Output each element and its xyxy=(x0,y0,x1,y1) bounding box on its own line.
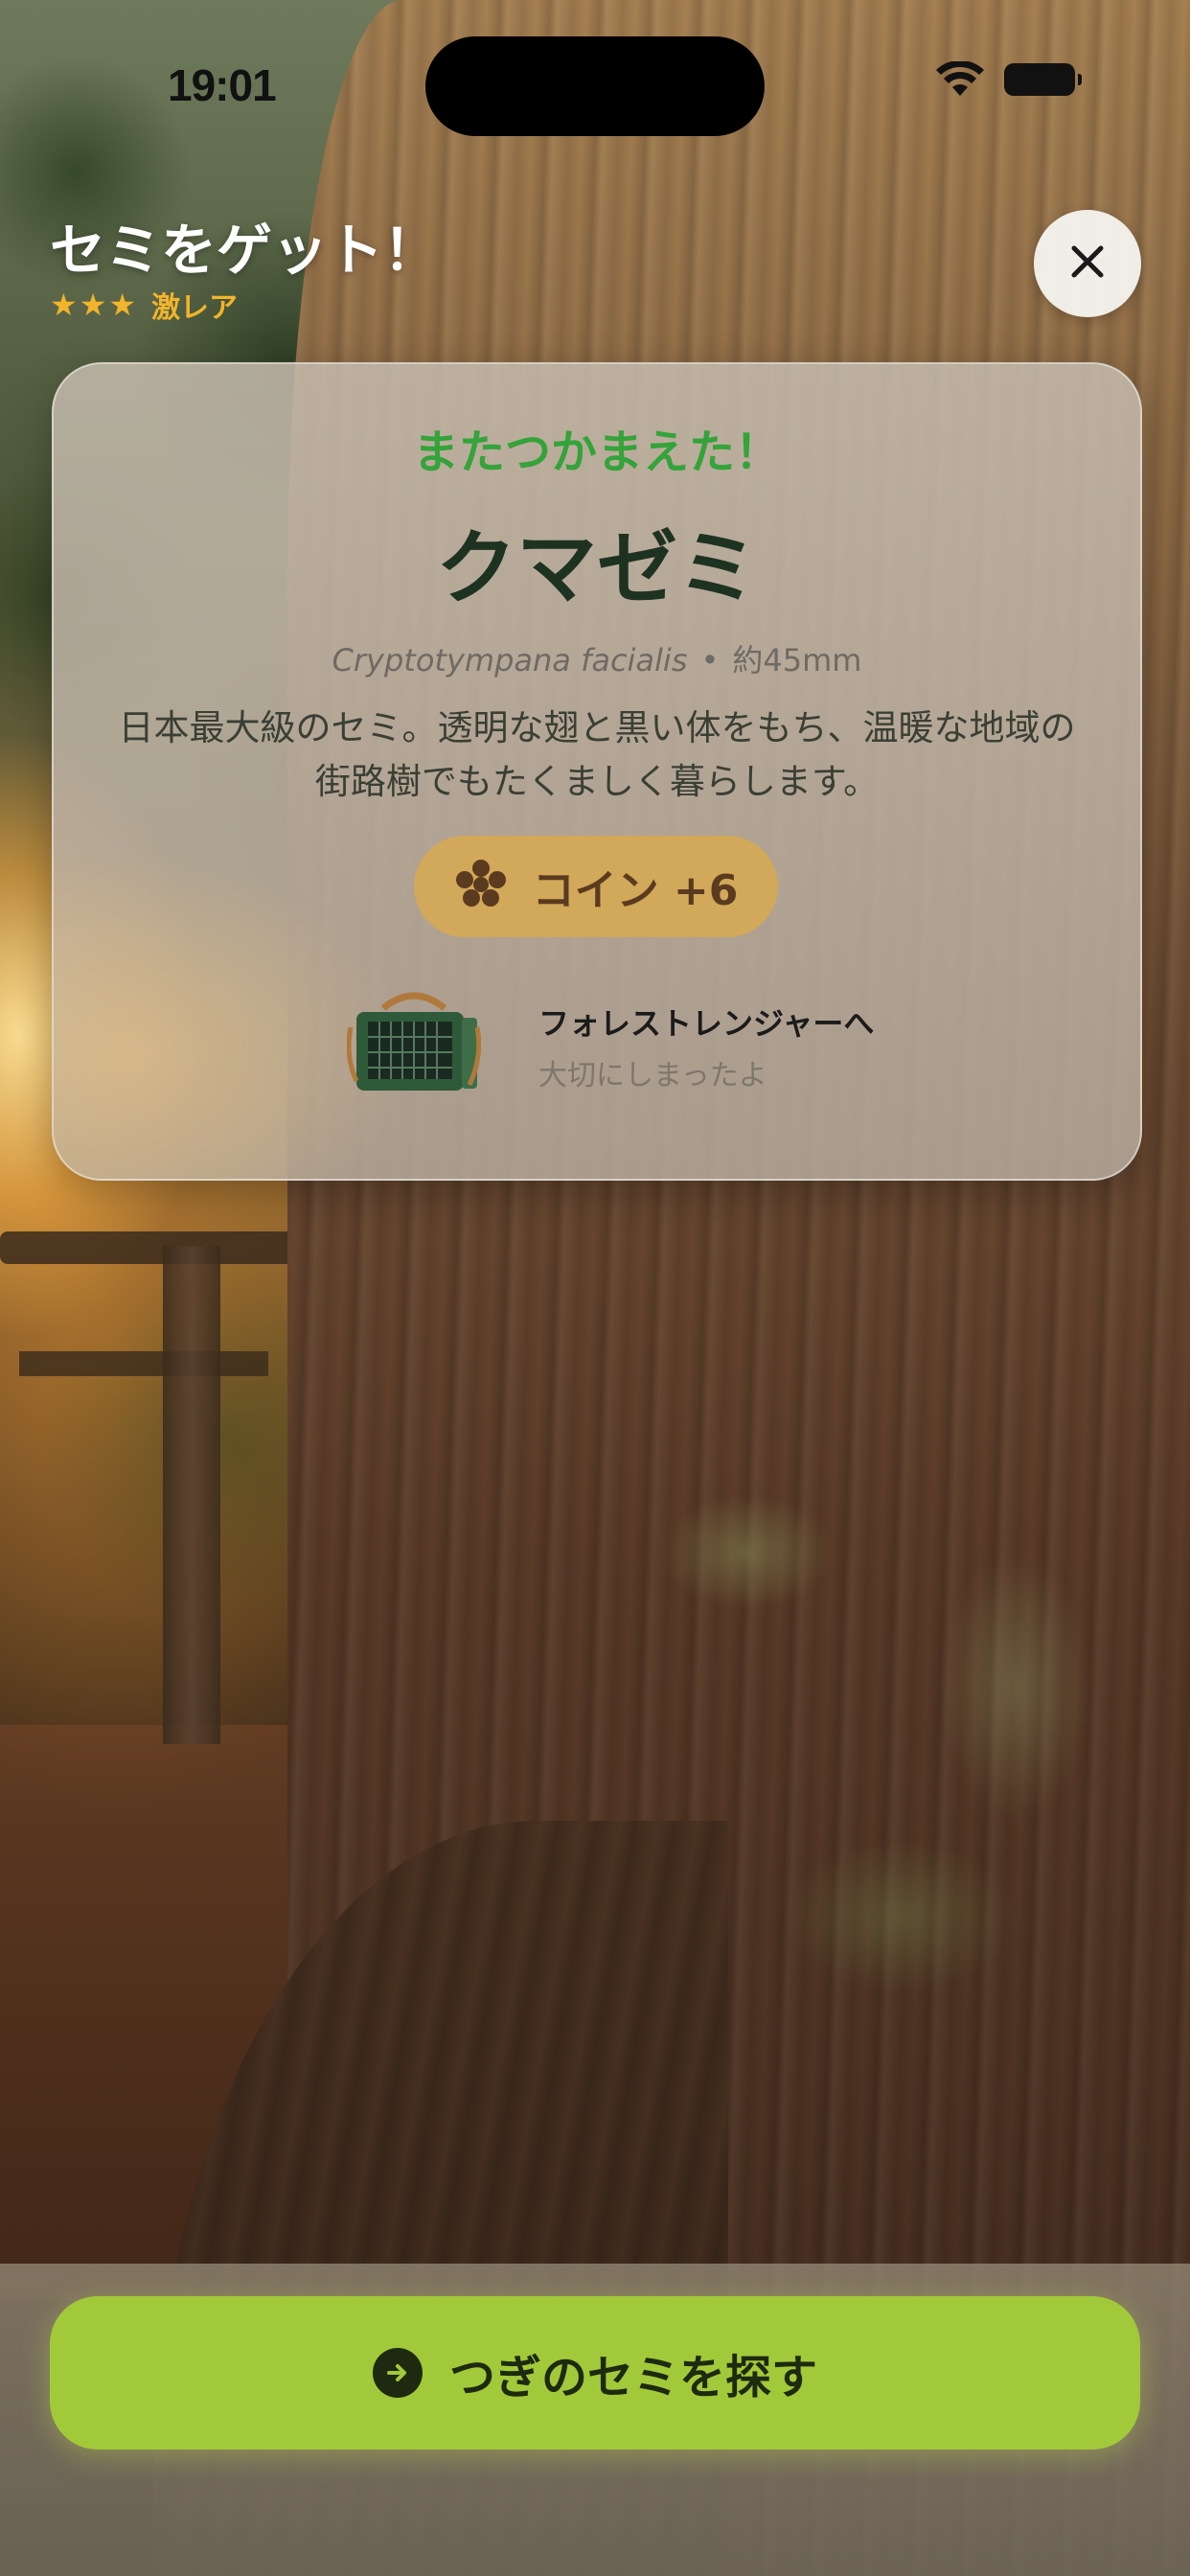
cicada-meta: Cryptotympana facialis • 約45mm xyxy=(54,636,1140,680)
rarity-label: 激レア xyxy=(151,291,239,325)
coin-icon xyxy=(454,858,508,915)
close-button[interactable] xyxy=(1034,210,1141,317)
torii-gate-pillar xyxy=(163,1246,220,1744)
torii-gate-bar xyxy=(19,1351,268,1376)
meta-separator: • xyxy=(700,642,720,678)
close-icon xyxy=(1066,241,1109,287)
cicada-size: 約45mm xyxy=(732,642,862,678)
star-icon: ★ xyxy=(108,287,137,323)
arrow-right-circle-icon xyxy=(372,2348,423,2398)
status-time: 19:01 xyxy=(168,60,277,110)
partner-subtitle: 大切にしまったよ xyxy=(538,1059,767,1092)
battery-icon xyxy=(1004,63,1082,96)
star-icon: ★ xyxy=(50,287,78,323)
tree-moss xyxy=(613,1438,1092,2300)
wifi-icon xyxy=(935,61,985,98)
catch-kicker: またつかまえた！ xyxy=(412,426,781,479)
rarity-row: ★ ★ ★ 激レア xyxy=(50,284,238,326)
star-icon: ★ xyxy=(79,287,107,323)
find-next-cicada-button[interactable]: つぎのセミを探す xyxy=(50,2296,1140,2450)
find-next-cicada-label: つぎのセミを探す xyxy=(448,2351,817,2404)
status-icons xyxy=(935,61,1082,98)
coin-reward-badge: コイン +6 xyxy=(414,836,778,937)
page-title: セミをゲット！ xyxy=(50,218,440,283)
scientific-name: Cryptotympana facialis xyxy=(332,642,688,678)
partner-text: フォレストレンジャーへ 大切にしまったよ xyxy=(538,1000,874,1093)
cicada-name: クマゼミ xyxy=(435,521,758,615)
partner-row: フォレストレンジャーへ 大切にしまったよ xyxy=(347,989,874,1104)
insect-cage-icon xyxy=(347,989,481,1104)
dynamic-island xyxy=(425,36,765,136)
cicada-description: 日本最大級のセミ。透明な翅と黒い体をもち、温暖な地域の街路樹でもたくましく暮らし… xyxy=(118,707,1076,802)
rarity-stars: ★ ★ ★ xyxy=(50,289,136,320)
partner-title: フォレストレンジャーへ xyxy=(538,1005,875,1042)
catch-result-card: またつかまえた！ クマゼミ Cryptotympana facialis • 約45… xyxy=(52,362,1142,1181)
coin-label: コイン +6 xyxy=(532,866,739,915)
